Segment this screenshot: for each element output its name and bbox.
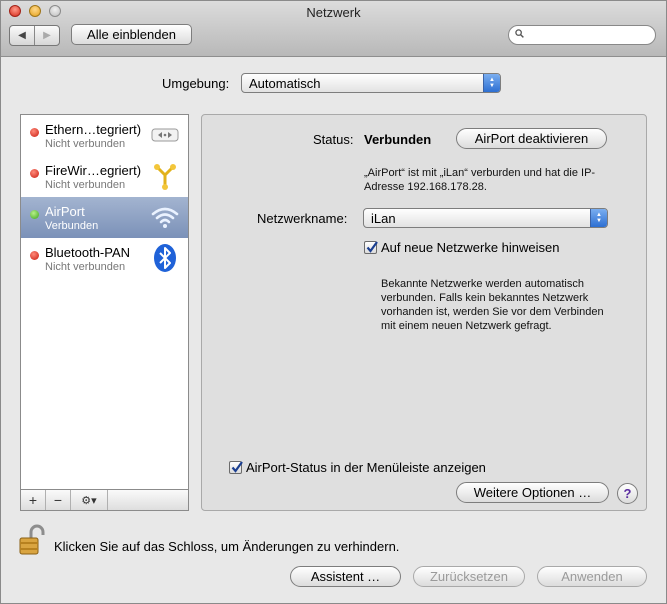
checkmark-icon bbox=[231, 461, 243, 473]
service-name: AirPort bbox=[45, 204, 85, 219]
status-description-line2: Adresse 192.168.178.28. bbox=[364, 181, 487, 193]
back-arrow-icon: ◀ bbox=[18, 30, 26, 41]
bluetooth-icon bbox=[154, 244, 176, 272]
service-item-ethernet[interactable]: Ethern…tegriert) Nicht verbunden bbox=[21, 115, 188, 156]
popup-arrows-icon: ▲ ▼ bbox=[590, 209, 607, 227]
add-service-button[interactable]: + bbox=[21, 490, 46, 510]
location-value: Automatisch bbox=[249, 75, 321, 91]
service-name: Bluetooth-PAN bbox=[45, 245, 131, 260]
service-list: Ethern…tegriert) Nicht verbunden FireWir… bbox=[20, 114, 189, 490]
network-name-label: Netzwerkname: bbox=[257, 211, 348, 226]
search-icon bbox=[515, 29, 524, 38]
airport-toggle-button[interactable]: AirPort deaktivieren bbox=[456, 128, 607, 149]
status-dot-icon bbox=[30, 169, 39, 178]
status-dot-icon bbox=[30, 251, 39, 260]
popup-arrows-icon: ▲ ▼ bbox=[483, 74, 500, 92]
service-item-airport[interactable]: AirPort Verbunden bbox=[21, 197, 188, 238]
info-line-3: vorhanden ist, werden Sie vor dem Verbin… bbox=[381, 306, 604, 318]
revert-button[interactable]: Zurücksetzen bbox=[413, 566, 525, 587]
service-name: FireWir…egriert) bbox=[45, 163, 142, 178]
ethernet-icon bbox=[151, 128, 179, 142]
info-line-4: mit einem neuen Netzwerk gefragt. bbox=[381, 320, 552, 332]
checkmark-icon bbox=[366, 241, 378, 253]
title-toolbar: Netzwerk ◀ ▶ Alle einblenden bbox=[1, 1, 666, 57]
ask-new-networks-checkbox[interactable] bbox=[364, 241, 378, 254]
gear-action-menu[interactable]: ⚙▾ bbox=[71, 490, 108, 510]
forward-arrow-icon: ▶ bbox=[43, 30, 51, 41]
network-name-popup[interactable]: iLan ▲ ▼ bbox=[363, 208, 608, 228]
service-name: Ethern…tegriert) bbox=[45, 122, 142, 137]
firewire-icon bbox=[154, 164, 176, 190]
location-popup[interactable]: Automatisch ▲ ▼ bbox=[241, 73, 501, 93]
airport-wifi-icon bbox=[151, 207, 179, 228]
lock-icon[interactable] bbox=[19, 524, 47, 556]
status-dot-icon bbox=[30, 210, 39, 219]
network-preferences-window: Netzwerk ◀ ▶ Alle einblenden Umgebung: A… bbox=[0, 0, 667, 604]
service-status: Verbunden bbox=[45, 220, 99, 232]
show-all-button[interactable]: Alle einblenden bbox=[71, 24, 192, 45]
menubar-status-checkbox[interactable] bbox=[229, 461, 243, 474]
network-name-value: iLan bbox=[371, 210, 396, 226]
service-list-toolbar: + − ⚙▾ bbox=[20, 489, 189, 511]
advanced-options-button[interactable]: Weitere Optionen … bbox=[456, 482, 609, 503]
back-button[interactable]: ◀ bbox=[10, 26, 34, 45]
service-status: Nicht verbunden bbox=[45, 261, 126, 273]
ask-new-networks-label: Auf neue Netzwerke hinweisen bbox=[381, 240, 560, 255]
lock-hint-text: Klicken Sie auf das Schloss, um Änderung… bbox=[54, 539, 400, 554]
remove-service-button[interactable]: − bbox=[46, 490, 71, 510]
status-value: Verbunden bbox=[364, 132, 432, 147]
info-line-1: Bekannte Netzwerke werden automatisch bbox=[381, 278, 584, 290]
window-title: Netzwerk bbox=[306, 5, 361, 20]
service-item-bluetooth-pan[interactable]: Bluetooth-PAN Nicht verbunden bbox=[21, 238, 188, 279]
help-button[interactable]: ? bbox=[617, 483, 638, 504]
back-forward-control: ◀ ▶ bbox=[9, 25, 60, 46]
service-status: Nicht verbunden bbox=[45, 179, 126, 191]
info-line-2: verbunden. Falls kein bekanntes Netzwerk bbox=[381, 292, 589, 304]
service-item-firewire[interactable]: FireWir…egriert) Nicht verbunden bbox=[21, 156, 188, 197]
assistant-button[interactable]: Assistent … bbox=[290, 566, 401, 587]
status-description-line1: „AirPort“ ist mit „iLan“ verburden und h… bbox=[364, 167, 596, 179]
apply-button[interactable]: Anwenden bbox=[537, 566, 647, 587]
menubar-status-label: AirPort-Status in der Menüleiste anzeige… bbox=[246, 460, 486, 475]
location-label: Umgebung: bbox=[162, 76, 230, 91]
service-status: Nicht verbunden bbox=[45, 138, 126, 150]
status-dot-icon bbox=[30, 128, 39, 137]
status-label: Status: bbox=[313, 132, 354, 147]
forward-button[interactable]: ▶ bbox=[34, 26, 59, 45]
search-input[interactable] bbox=[508, 25, 656, 45]
